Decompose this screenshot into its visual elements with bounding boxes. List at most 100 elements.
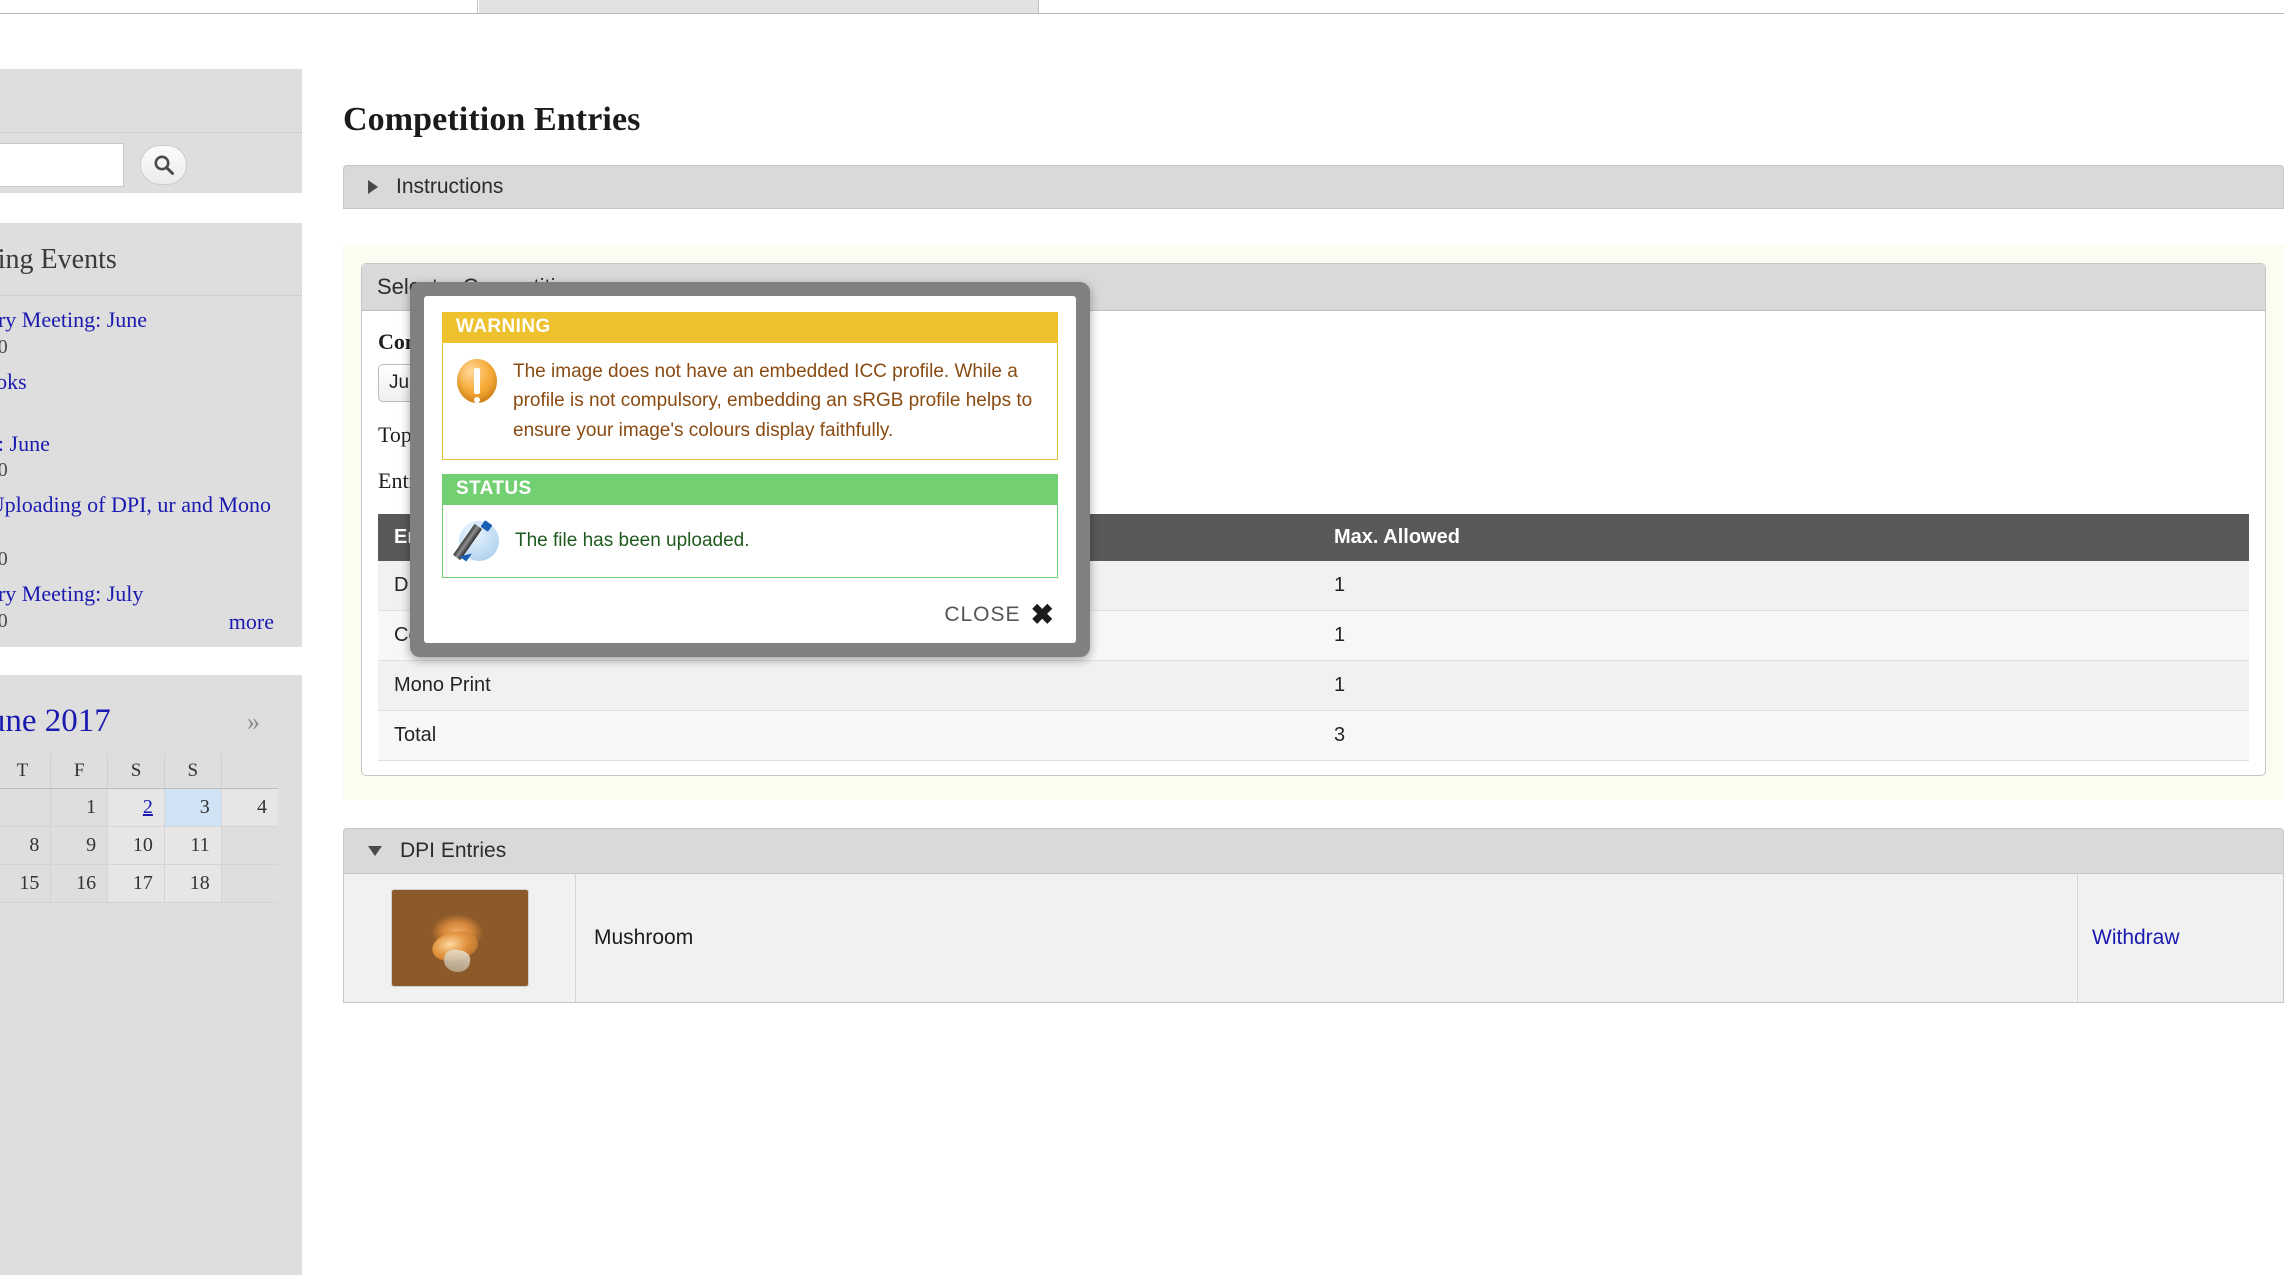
table-row: Mushroom Withdraw bbox=[344, 873, 2283, 1002]
search-input[interactable] bbox=[0, 143, 124, 187]
search-block-title: h bbox=[0, 69, 302, 114]
calendar-header: June 2017 » bbox=[0, 675, 302, 754]
event-link[interactable]: ing Photo Books bbox=[0, 369, 284, 396]
sidebar-events-block: ming Events d in Print Entry Meeting: Ju… bbox=[0, 223, 302, 647]
message-modal: WARNING The image does not have an embed… bbox=[410, 282, 1090, 657]
calendar-day: 18 bbox=[163, 864, 222, 903]
search-button[interactable] bbox=[140, 145, 187, 185]
dpi-entries-label: DPI Entries bbox=[400, 838, 507, 862]
event-date: 6/2017 - 20:00 bbox=[0, 396, 284, 422]
sidebar-calendar-block: June 2017 » T W T F S S 1 234678910111314… bbox=[0, 675, 302, 1275]
calendar-weekday: F bbox=[50, 754, 108, 789]
table-row: Total 3 bbox=[378, 710, 2249, 761]
calendar-week-row: 1 234 bbox=[0, 788, 278, 827]
calendar-week-row: 67891011 bbox=[0, 826, 278, 865]
list-item: ing Photo Books 6/2017 - 20:00 bbox=[0, 369, 284, 422]
entry-action-cell: Withdraw bbox=[2078, 874, 2283, 1002]
calendar-day: 8 bbox=[0, 826, 51, 865]
cell-entry-type: Mono Print bbox=[378, 660, 938, 711]
calendar-day: 17 bbox=[107, 864, 165, 903]
calendar-body: 1 23467891011131415161718 bbox=[0, 788, 278, 903]
status-box: The file has been uploaded. bbox=[442, 504, 1058, 578]
dpi-entries-accordion[interactable]: DPI Entries bbox=[343, 827, 2284, 874]
calendar-day: 1 bbox=[50, 788, 108, 827]
instructions-label: Instructions bbox=[396, 174, 504, 198]
cell-max-allowed: 1 bbox=[1318, 660, 2249, 711]
list-item: d in Print Entry Meeting: June 06/2017 -… bbox=[0, 307, 284, 360]
calendar-day: 16 bbox=[50, 864, 108, 903]
calendar-weekday: T bbox=[0, 754, 51, 789]
calendar-day-empty bbox=[220, 864, 278, 903]
cell-max-allowed: 1 bbox=[1318, 610, 2249, 661]
cell-spacer bbox=[938, 710, 1318, 761]
sidebar-search-block: h bbox=[0, 69, 302, 193]
calendar-weekday bbox=[220, 754, 278, 789]
event-date: 06/2017 - 20:00 bbox=[0, 335, 8, 358]
events-list: d in Print Entry Meeting: June 06/2017 -… bbox=[0, 307, 302, 643]
close-button[interactable]: CLOSE ✖ bbox=[944, 601, 1054, 629]
calendar-day[interactable]: 2 bbox=[107, 788, 165, 827]
browser-tab-active[interactable] bbox=[479, 0, 1039, 13]
calendar-day: 4 bbox=[220, 788, 278, 827]
instructions-accordion[interactable]: Instructions bbox=[343, 164, 2284, 209]
warning-box: The image does not have an embedded ICC … bbox=[442, 341, 1058, 461]
calendar-day: 9 bbox=[50, 826, 108, 865]
calendar-weekday-row: T W T F S S bbox=[0, 754, 278, 789]
triangle-down-icon bbox=[368, 845, 382, 856]
event-link[interactable]: stration and Uploading of DPI, ur and Mo… bbox=[0, 492, 284, 546]
calendar-weekday: S bbox=[107, 754, 165, 789]
page-canvas: h ming Events d in Prin bbox=[0, 15, 2284, 1275]
calendar-day: 15 bbox=[0, 864, 51, 903]
table-row: Mono Print 1 bbox=[378, 660, 2249, 711]
list-item: ging Meeting: June 06/2017 - 20:00 bbox=[0, 431, 284, 484]
search-row bbox=[0, 143, 187, 187]
search-icon bbox=[153, 154, 175, 176]
events-divider bbox=[0, 295, 302, 296]
dpi-entries-body: Mushroom Withdraw bbox=[343, 873, 2284, 1003]
event-link[interactable]: d in Print Entry Meeting: July bbox=[0, 581, 284, 608]
cell-max-allowed: 3 bbox=[1318, 710, 2249, 761]
browser-chrome-strip bbox=[0, 0, 2284, 14]
event-date: 06/2017 - 21:00 bbox=[0, 548, 8, 571]
calendar-day: 11 bbox=[163, 826, 222, 865]
status-text: The file has been uploaded. bbox=[515, 530, 750, 552]
calendar-day: 10 bbox=[107, 826, 165, 865]
column-max-allowed: Max. Allowed bbox=[1318, 513, 2249, 561]
calendar-table: T W T F S S 1 23467891011131415161718 bbox=[0, 754, 278, 903]
browser-tab-left[interactable] bbox=[0, 0, 478, 13]
message-modal-inner: WARNING The image does not have an embed… bbox=[424, 296, 1076, 643]
cell-max-allowed: 1 bbox=[1318, 560, 2249, 611]
pen-bubble-icon bbox=[452, 519, 501, 563]
calendar-day-empty bbox=[0, 788, 51, 827]
calendar-week-row: 131415161718 bbox=[0, 864, 278, 903]
search-divider bbox=[0, 132, 302, 133]
calendar-day-link[interactable]: 2 bbox=[143, 796, 153, 818]
events-more-link[interactable]: more bbox=[229, 609, 274, 635]
events-block-title: ming Events bbox=[0, 244, 117, 275]
entry-title-cell: Mushroom bbox=[576, 873, 2078, 1002]
event-link[interactable]: ging Meeting: June bbox=[0, 431, 284, 458]
mushroom-thumbnail[interactable] bbox=[391, 889, 528, 986]
calendar-weekday: S bbox=[163, 754, 222, 789]
browser-tab-right[interactable] bbox=[1040, 0, 2284, 13]
calendar-next-icon[interactable]: » bbox=[247, 707, 260, 737]
event-link[interactable]: d in Print Entry Meeting: June bbox=[0, 307, 284, 334]
warning-header: WARNING bbox=[442, 312, 1058, 342]
list-item: stration and Uploading of DPI, ur and Mo… bbox=[0, 492, 284, 572]
warning-text: The image does not have an embedded ICC … bbox=[513, 360, 1033, 441]
entry-title: Mushroom bbox=[594, 925, 694, 949]
calendar-day-empty bbox=[220, 826, 278, 865]
calendar-title: June 2017 bbox=[0, 703, 111, 739]
entry-thumbnail-cell bbox=[344, 873, 576, 1002]
withdraw-link[interactable]: Withdraw bbox=[2092, 926, 2180, 950]
cell-spacer bbox=[938, 660, 1318, 711]
page-title: Competition Entries bbox=[343, 100, 641, 138]
triangle-right-icon bbox=[368, 179, 378, 194]
event-date: 06/2017 - 20:00 bbox=[0, 459, 8, 482]
modal-footer: CLOSE ✖ bbox=[442, 592, 1058, 633]
close-label: CLOSE bbox=[944, 603, 1021, 626]
close-x-icon[interactable]: ✖ bbox=[1031, 601, 1054, 629]
calendar-day: 3 bbox=[163, 788, 222, 827]
status-header: STATUS bbox=[442, 474, 1058, 504]
cell-entry-type: Total bbox=[378, 710, 938, 761]
